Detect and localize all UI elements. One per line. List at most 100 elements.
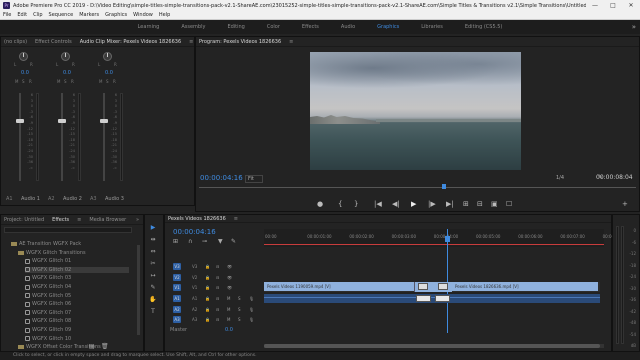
transition-marker-1[interactable] <box>418 283 428 290</box>
work-area-bar[interactable] <box>264 244 604 245</box>
source-patch-v1[interactable]: V1 <box>173 284 181 291</box>
lift-button[interactable]: ⊞ <box>463 200 469 208</box>
effect-item[interactable]: WGFX Glitch 06 <box>25 301 71 307</box>
effect-item[interactable]: WGFX Glitch 10 <box>25 336 71 342</box>
solo-icon[interactable]: S <box>238 296 241 301</box>
timeline-playhead[interactable] <box>447 229 448 333</box>
pan-value-a1[interactable]: 0.0 <box>21 70 29 76</box>
volume-fader-a2[interactable] <box>58 119 66 123</box>
workspaces-overflow-button[interactable]: » <box>632 23 636 31</box>
track-label-a3[interactable]: A3 <box>192 317 197 322</box>
insert-sequence-icon[interactable]: ⊞ <box>173 238 178 245</box>
type-tool-icon[interactable]: T <box>148 307 158 316</box>
track-label-v1[interactable]: V1 <box>192 285 197 290</box>
tab-media-browser[interactable]: Media Browser <box>89 217 126 223</box>
pan-value-a3[interactable]: 0.0 <box>105 70 113 76</box>
program-playhead[interactable] <box>441 184 446 189</box>
channel-name-a3[interactable]: Audio 3 <box>105 196 124 202</box>
lock-icon[interactable]: 🔒 <box>205 317 210 322</box>
selection-tool-icon[interactable]: ▶ <box>148 223 158 232</box>
workspace-graphics[interactable]: Graphics <box>366 24 410 30</box>
channel-name-a2[interactable]: Audio 2 <box>63 196 82 202</box>
tab-program[interactable]: Program: Pexels Videos 1826636 <box>199 39 281 45</box>
pen-tool-icon[interactable]: ✎ <box>148 283 158 292</box>
step-forward-button[interactable]: |▶ <box>428 200 436 208</box>
sync-icon[interactable]: ⊟ <box>216 317 219 322</box>
mute-icon[interactable]: M <box>227 296 230 301</box>
source-patch-a3[interactable]: A3 <box>173 316 181 323</box>
source-patch-a2[interactable]: A2 <box>173 305 181 313</box>
record-button-a1[interactable]: R <box>29 79 32 84</box>
lock-icon[interactable]: 🔒 <box>205 264 210 269</box>
menu-edit[interactable]: Edit <box>17 12 27 18</box>
record-button-a2[interactable]: R <box>71 79 74 84</box>
button-editor-plus[interactable]: + <box>622 200 628 208</box>
audio-lane-a1[interactable] <box>264 294 600 303</box>
sync-icon[interactable]: ⊟ <box>216 307 219 312</box>
mute-icon[interactable]: M <box>227 307 230 312</box>
tab-effects[interactable]: Effects <box>52 217 69 223</box>
mute-button-a3[interactable]: M <box>99 79 102 84</box>
source-patch-a1[interactable]: A1 <box>173 295 181 302</box>
solo-icon[interactable]: S <box>238 307 241 312</box>
effect-item[interactable]: WGFX Glitch 05 <box>25 293 71 299</box>
volume-fader-a3[interactable] <box>100 119 108 123</box>
menu-help[interactable]: Help <box>159 12 170 18</box>
maximize-button[interactable]: □ <box>604 2 622 9</box>
workspace-editing[interactable]: Editing <box>216 24 255 30</box>
effect-item[interactable]: WGFX Glitch 02 <box>25 266 129 273</box>
effect-item[interactable]: WGFX Glitch 01 <box>25 258 71 264</box>
go-to-out-button[interactable]: ▶| <box>446 200 454 208</box>
track-select-tool-icon[interactable]: ⇹ <box>148 235 158 244</box>
step-back-button[interactable]: ◀| <box>392 200 400 208</box>
ripple-edit-tool-icon[interactable]: ⇔ <box>148 247 158 256</box>
toggle-output-icon[interactable]: 👁 <box>227 285 232 290</box>
delete-icon[interactable]: 🗑 <box>101 343 109 350</box>
pan-knob-a1[interactable] <box>19 52 28 61</box>
toggle-output-icon[interactable]: 👁 <box>227 264 232 269</box>
sync-icon[interactable]: ⊟ <box>216 264 219 269</box>
add-marker-button[interactable]: ● <box>317 200 323 208</box>
video-clip-2[interactable]: Pexels Videos 1826636.mp4 [V] <box>452 282 598 291</box>
effects-scrollbar[interactable] <box>137 245 140 335</box>
menu-markers[interactable]: Markers <box>79 12 99 18</box>
sync-icon[interactable]: ⊟ <box>216 275 219 280</box>
effect-item[interactable]: WGFX Glitch 03 <box>25 275 71 281</box>
tab-audio-clip-mixer[interactable]: Audio Clip Mixer: Pexels Videos 1826636 <box>80 39 181 45</box>
add-marker-icon[interactable]: ▼ <box>218 238 223 245</box>
effect-folder[interactable]: AE Transition WGFX Pack <box>11 241 81 247</box>
volume-fader-a1[interactable] <box>16 119 24 123</box>
audio-transition-1[interactable] <box>416 295 431 302</box>
program-menu-icon[interactable]: ≡ <box>289 39 293 45</box>
effect-item[interactable]: WGFX Glitch 04 <box>25 284 71 290</box>
mute-icon[interactable]: M <box>227 317 230 322</box>
lock-icon[interactable]: 🔒 <box>205 307 210 312</box>
sync-icon[interactable]: ⊟ <box>216 296 219 301</box>
record-button-a3[interactable]: R <box>113 79 116 84</box>
extract-button[interactable]: ⊟ <box>477 200 483 208</box>
workspace-color[interactable]: Color <box>256 24 291 30</box>
slip-tool-icon[interactable]: ↦ <box>148 271 158 280</box>
mic-icon[interactable]: 🎙 <box>249 296 254 301</box>
program-timecode[interactable]: 00:00:04:16 <box>200 174 243 182</box>
workspace-effects[interactable]: Effects <box>291 24 330 30</box>
effect-item[interactable]: WGFX Glitch 07 <box>25 310 71 316</box>
program-video-frame[interactable] <box>310 52 521 170</box>
mic-icon[interactable]: 🎙 <box>249 317 254 322</box>
effect-item[interactable]: WGFX Glitch 08 <box>25 318 71 324</box>
timeline-menu-icon[interactable]: ≡ <box>234 216 238 222</box>
track-label-a2[interactable]: A2 <box>192 307 197 312</box>
timeline-settings-icon[interactable]: ✎ <box>231 238 236 245</box>
timeline-zoom-handle[interactable] <box>264 344 600 348</box>
minimize-button[interactable]: — <box>586 2 604 9</box>
track-label-v3[interactable]: V3 <box>192 264 197 269</box>
channel-name-a1[interactable]: Audio 1 <box>21 196 40 202</box>
go-to-in-button[interactable]: |◀ <box>374 200 382 208</box>
hand-tool-icon[interactable]: ✋ <box>148 295 158 304</box>
mark-in-button[interactable]: { <box>338 200 342 208</box>
export-frame-button[interactable]: ▣ <box>491 200 498 208</box>
tab-project[interactable]: Project: Untitled <box>4 217 44 223</box>
track-label-v2[interactable]: V2 <box>192 275 197 280</box>
razor-tool-icon[interactable]: ✂ <box>148 259 158 268</box>
timeline-timecode[interactable]: 00:00:04:16 <box>173 228 216 236</box>
